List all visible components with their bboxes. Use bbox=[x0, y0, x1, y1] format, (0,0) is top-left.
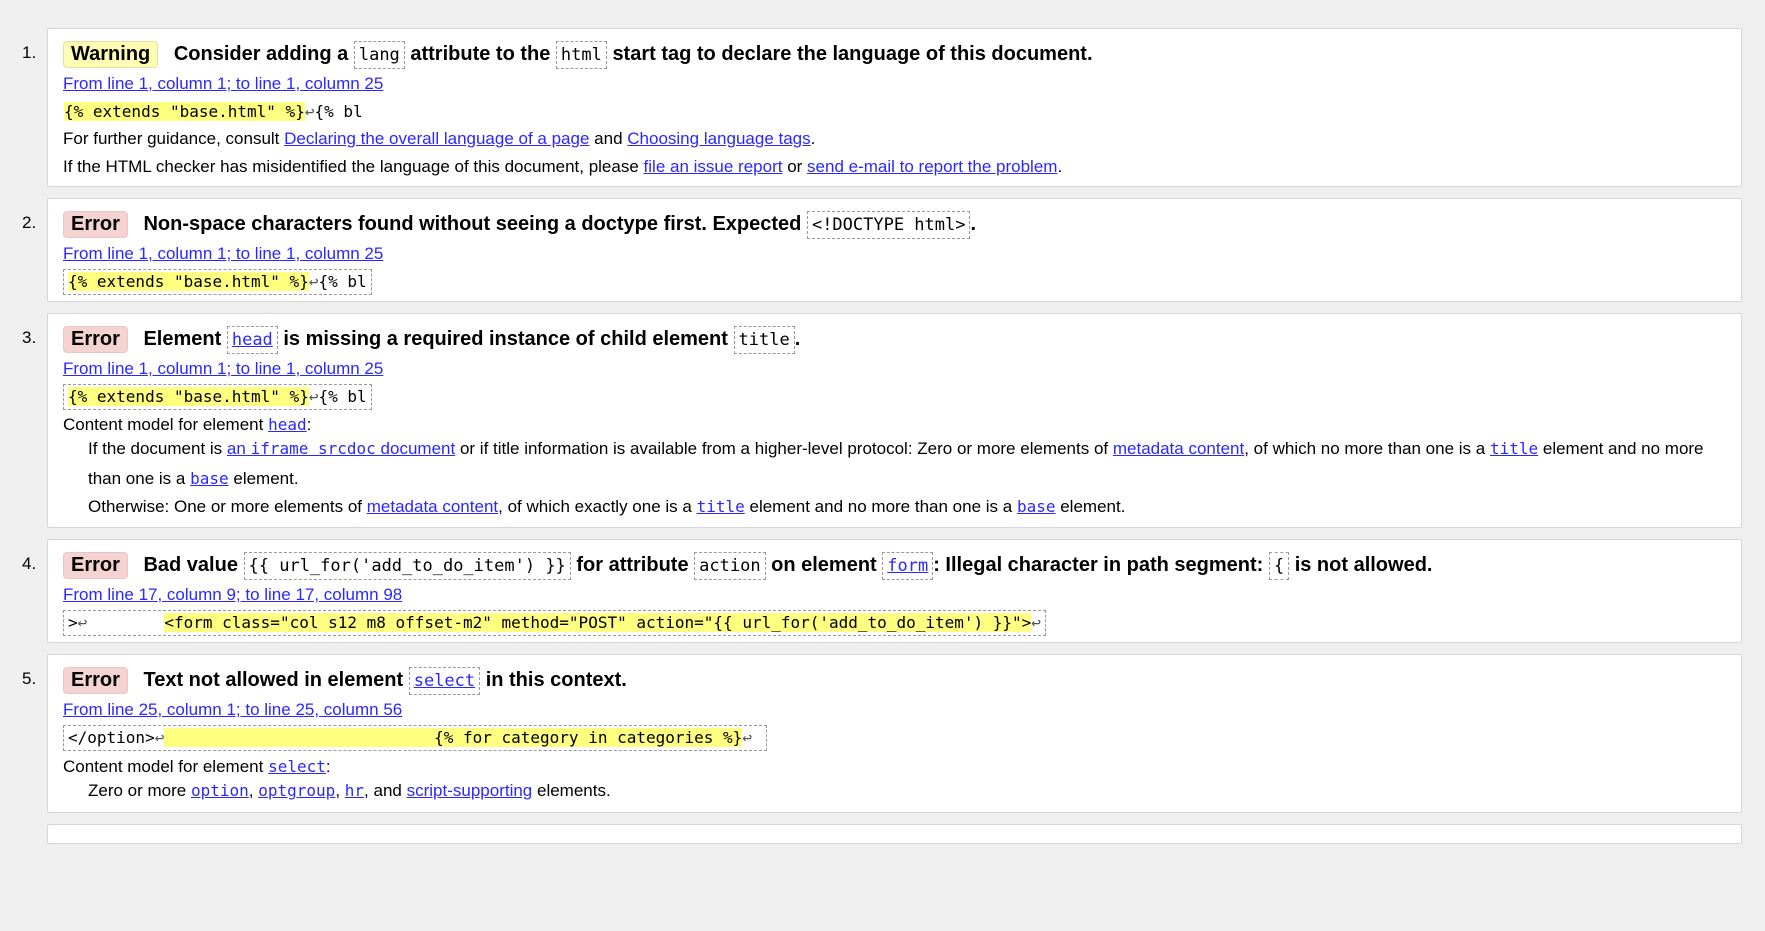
message-number: 3. bbox=[22, 328, 37, 347]
hr-link[interactable]: hr bbox=[345, 781, 364, 800]
title-element-link[interactable]: title bbox=[697, 497, 745, 516]
message-4: 4. Error Bad value {{ url_for('add_to_do… bbox=[22, 539, 1742, 643]
code-brace: { bbox=[1268, 552, 1290, 580]
message-title: Warning Consider adding a lang attribute… bbox=[63, 41, 1093, 69]
error-badge: Error bbox=[63, 326, 128, 353]
location-link[interactable]: From line 25, column 1; to line 25, colu… bbox=[63, 700, 402, 720]
title-element-link[interactable]: title bbox=[1490, 439, 1538, 458]
message-number: 4. bbox=[22, 554, 37, 573]
iframe-srcdoc-link[interactable]: an iframe srcdoc document bbox=[227, 439, 455, 458]
content-model-text: Zero or more option, optgroup, hr, and s… bbox=[88, 781, 611, 800]
base-element-link[interactable]: base bbox=[1017, 497, 1056, 516]
message-3: 3. Error Element head is missing a requi… bbox=[22, 313, 1742, 528]
content-model-case-2: Otherwise: One or more elements of metad… bbox=[88, 497, 1126, 516]
script-supporting-link[interactable]: script-supporting bbox=[407, 781, 533, 800]
source-extract: {% extends "base.html" %}↩{% bl bbox=[63, 384, 372, 410]
code-doctype: <!DOCTYPE html> bbox=[806, 211, 971, 239]
guidance-text: For further guidance, consult Declaring … bbox=[63, 129, 816, 148]
option-link[interactable]: option bbox=[191, 781, 249, 800]
error-badge: Error bbox=[63, 552, 128, 579]
message-5: 5. Error Text not allowed in element sel… bbox=[22, 654, 1742, 813]
code-select-link[interactable]: select bbox=[408, 667, 481, 695]
source-extract: {% extends "base.html" %}↩{% bl bbox=[64, 102, 363, 121]
send-email-link[interactable]: send e-mail to report the problem bbox=[807, 157, 1057, 176]
message-6-partial bbox=[47, 824, 1742, 844]
metadata-content-link[interactable]: metadata content bbox=[367, 497, 498, 516]
message-title: Error Non-space characters found without… bbox=[63, 211, 976, 239]
declaring-language-link[interactable]: Declaring the overall language of a page bbox=[284, 129, 589, 148]
code-bad-value: {{ url_for('add_to_do_item') }} bbox=[243, 552, 571, 580]
content-model-label: Content model for element select: bbox=[63, 757, 331, 776]
head-element-link[interactable]: head bbox=[268, 415, 307, 434]
location-link[interactable]: From line 17, column 9; to line 17, colu… bbox=[63, 585, 402, 605]
location-link[interactable]: From line 1, column 1; to line 1, column… bbox=[63, 359, 383, 379]
message-1: 1. Warning Consider adding a lang attrib… bbox=[22, 28, 1742, 187]
message-number: 5. bbox=[22, 669, 37, 688]
code-action: action bbox=[694, 552, 766, 580]
code-form-link[interactable]: form bbox=[882, 552, 934, 580]
source-extract: >↩ <form class="col s12 m8 offset-m2" me… bbox=[63, 610, 1046, 636]
source-extract: </option>↩ {% for category in categories… bbox=[63, 725, 767, 751]
message-number: 1. bbox=[22, 43, 37, 62]
location-link[interactable]: From line 1, column 1; to line 1, column… bbox=[63, 244, 383, 264]
message-title: Error Text not allowed in element select… bbox=[63, 667, 627, 695]
message-2: 2. Error Non-space characters found with… bbox=[22, 198, 1742, 302]
optgroup-link[interactable]: optgroup bbox=[258, 781, 335, 800]
error-badge: Error bbox=[63, 211, 128, 238]
code-html: html bbox=[555, 41, 607, 69]
content-model-case-1: If the document is an iframe srcdoc docu… bbox=[88, 439, 1704, 488]
message-title: Error Bad value {{ url_for('add_to_do_it… bbox=[63, 552, 1432, 580]
code-head-link[interactable]: head bbox=[226, 326, 278, 354]
code-title: title bbox=[733, 326, 795, 354]
message-title: Error Element head is missing a required… bbox=[63, 326, 800, 354]
metadata-content-link[interactable]: metadata content bbox=[1113, 439, 1244, 458]
return-icon: ↩ bbox=[77, 613, 88, 632]
message-number: 2. bbox=[22, 213, 37, 232]
return-icon: ↩ bbox=[154, 728, 165, 747]
source-extract: {% extends "base.html" %}↩{% bl bbox=[63, 269, 372, 295]
file-issue-link[interactable]: file an issue report bbox=[644, 157, 783, 176]
return-icon: ↩ bbox=[742, 728, 752, 747]
location-link[interactable]: From line 1, column 1; to line 1, column… bbox=[63, 74, 383, 94]
return-icon: ↩ bbox=[1031, 613, 1041, 632]
warning-badge: Warning bbox=[63, 41, 159, 68]
choosing-tags-link[interactable]: Choosing language tags bbox=[627, 129, 810, 148]
select-element-link[interactable]: select bbox=[268, 757, 326, 776]
content-model-label: Content model for element head: bbox=[63, 415, 312, 434]
misidentified-text: If the HTML checker has misidentified th… bbox=[63, 157, 1063, 176]
base-element-link[interactable]: base bbox=[190, 469, 229, 488]
code-lang: lang bbox=[353, 41, 405, 69]
error-badge: Error bbox=[63, 667, 128, 694]
